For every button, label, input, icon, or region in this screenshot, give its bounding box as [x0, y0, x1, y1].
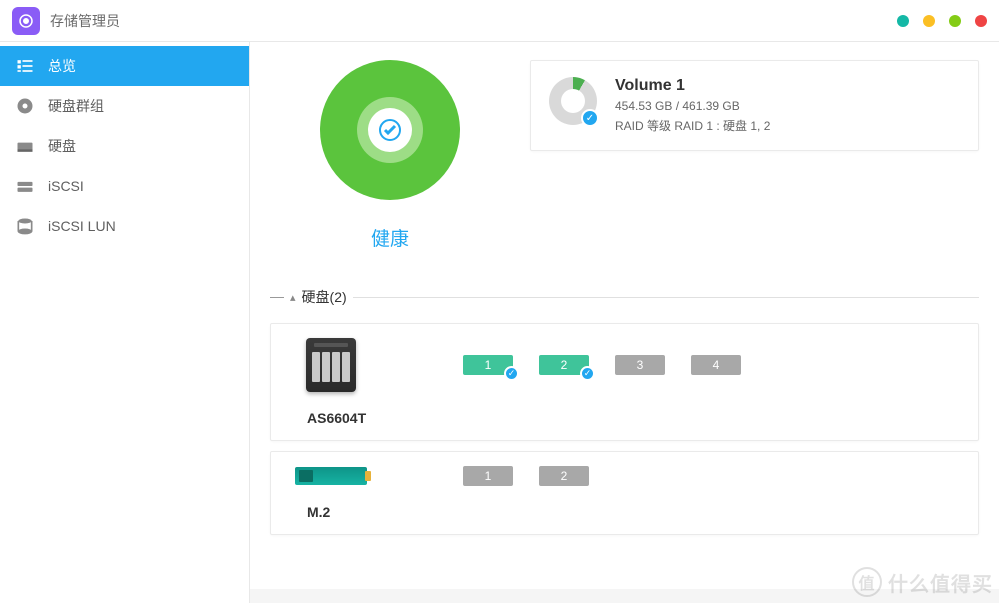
disk-group-icon	[14, 95, 36, 117]
disk-bay[interactable]: 1✓	[463, 355, 513, 375]
window-maximize-dot[interactable]	[949, 15, 961, 27]
iscsi-icon	[14, 175, 36, 197]
bay-list: 1✓ 2✓ 3 4	[463, 355, 741, 375]
disk-bay[interactable]: 2	[539, 466, 589, 486]
sidebar-item-disks[interactable]: 硬盘	[0, 126, 249, 166]
collapse-dash-icon	[270, 297, 284, 298]
sidebar-item-label: 硬盘	[48, 136, 76, 156]
device-name: AS6604T	[307, 410, 954, 426]
overview-icon	[14, 55, 36, 77]
sidebar-item-label: iSCSI LUN	[48, 218, 116, 234]
check-icon: ✓	[580, 366, 595, 381]
volume-name: Volume 1	[615, 77, 770, 95]
bay-list: 1 2	[463, 466, 589, 486]
disk-bay[interactable]: 3	[615, 355, 665, 375]
sidebar-item-iscsi-lun[interactable]: iSCSI LUN	[0, 206, 249, 246]
sidebar: 总览 硬盘群组 硬盘 iSCSI iSCSI LUN	[0, 42, 250, 603]
window-minimize-dot[interactable]	[923, 15, 935, 27]
disk-bay[interactable]: 2✓	[539, 355, 589, 375]
disk-bay[interactable]: 4	[691, 355, 741, 375]
disks-icon	[14, 135, 36, 157]
sidebar-item-disk-group[interactable]: 硬盘群组	[0, 86, 249, 126]
check-icon: ✓	[504, 366, 519, 381]
disk-bay[interactable]: 1	[463, 466, 513, 486]
window-help-dot[interactable]	[897, 15, 909, 27]
health-block: 健康	[270, 60, 510, 251]
nas-device-image	[295, 338, 367, 392]
window-close-dot[interactable]	[975, 15, 987, 27]
device-card[interactable]: 1✓ 2✓ 3 4 AS6604T	[270, 323, 979, 441]
sidebar-item-iscsi[interactable]: iSCSI	[0, 166, 249, 206]
content-area: 健康 ✓ Volume 1 454.53 GB / 461.39 GB RAID…	[250, 42, 999, 603]
footer-strip	[250, 589, 999, 603]
check-icon: ✓	[581, 109, 599, 127]
device-card[interactable]: 1 2 M.2	[270, 451, 979, 535]
sidebar-item-overview[interactable]: 总览	[0, 46, 249, 86]
sidebar-item-label: 硬盘群组	[48, 96, 104, 116]
health-status-circle	[320, 60, 460, 200]
title-bar: 存储管理员	[0, 0, 999, 42]
window-controls	[897, 15, 987, 27]
chevron-up-icon: ▴	[290, 291, 296, 304]
volume-usage-donut: ✓	[549, 77, 597, 125]
check-icon	[378, 118, 402, 142]
sidebar-item-label: 总览	[48, 56, 76, 76]
health-label: 健康	[270, 224, 510, 251]
volume-capacity: 454.53 GB / 461.39 GB	[615, 99, 770, 113]
volume-card[interactable]: ✓ Volume 1 454.53 GB / 461.39 GB RAID 等级…	[530, 60, 979, 151]
m2-device-image	[295, 467, 367, 485]
device-name: M.2	[307, 504, 954, 520]
app-title: 存储管理员	[50, 11, 120, 31]
iscsi-lun-icon	[14, 215, 36, 237]
app-icon	[12, 7, 40, 35]
disks-section-header[interactable]: ▴ 硬盘(2)	[250, 281, 999, 313]
disks-section-title: 硬盘(2)	[302, 287, 347, 307]
sidebar-item-label: iSCSI	[48, 178, 84, 194]
volume-raid: RAID 等级 RAID 1 : 硬盘 1, 2	[615, 117, 770, 134]
